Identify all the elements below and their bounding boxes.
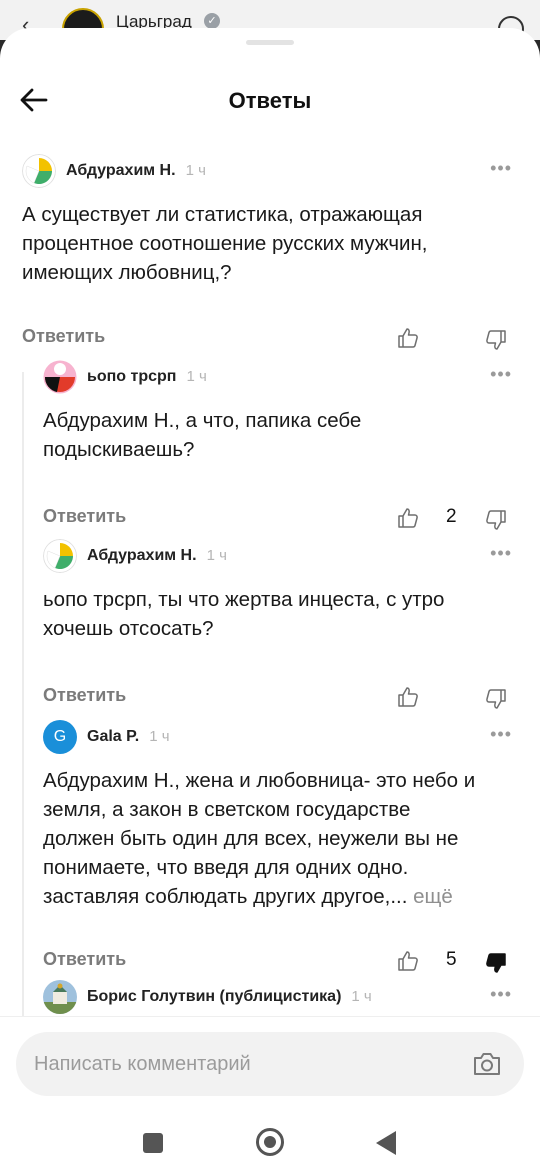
comment-author[interactable]: Gala P. 1 ч [87,728,170,746]
page-title: Ответы [228,88,312,113]
comment-time: 1 ч [149,728,170,745]
comment-header: Абдурахим Н. 1 ч ••• [43,539,518,575]
comment-item: Борис Голутвин (публицистика) 1 ч ••• [43,980,518,1020]
thumbs-down-icon[interactable] [484,687,508,711]
home-icon[interactable] [256,1128,284,1156]
more-options-icon[interactable]: ••• [490,984,512,1005]
reply-button[interactable]: Ответить [43,949,126,970]
comment-text: ьопо трсрп, ты что жертва инцеста, с утр… [43,588,445,640]
comment-item: ьопо трсрп 1 ч ••• Абдурахим Н., а что, п… [43,360,518,540]
comment-actions: Ответить [22,326,518,356]
thumbs-up-icon[interactable] [396,506,420,530]
thumbs-down-icon[interactable] [484,508,508,532]
thumbs-down-filled-icon[interactable] [484,951,508,975]
comment-actions: Ответить 2 [43,506,518,536]
comment-header: ьопо трсрп 1 ч ••• [43,360,518,396]
comment-input-placeholder: Написать комментарий [34,1053,251,1075]
comment-author[interactable]: Абдурахим Н. 1 ч [87,547,227,565]
check-badge-icon: ✓ [204,13,220,29]
more-options-icon[interactable]: ••• [490,724,512,745]
show-more-link[interactable]: ещё [413,885,453,908]
comment-actions: Ответить [43,685,518,715]
sheet-header: Ответы [0,72,540,132]
comment-time: 1 ч [185,162,206,179]
comment-author[interactable]: ьопо трсрп 1 ч [87,368,207,386]
thread-line [22,372,24,1048]
comment-author[interactable]: Абдурахим Н. 1 ч [66,162,206,180]
back-triangle-icon[interactable] [376,1131,396,1155]
comment-header: Абдурахим Н. 1 ч ••• [22,154,518,190]
comment-time: 1 ч [206,547,227,564]
recent-apps-icon[interactable] [143,1133,163,1153]
like-count: 5 [446,949,457,970]
reply-button[interactable]: Ответить [43,506,126,527]
thumbs-down-icon[interactable] [484,328,508,352]
comment-text: Абдурахим Н., жена и любовница- это небо… [43,766,523,911]
comment-composer: Написать комментарий [0,1016,540,1106]
avatar[interactable] [22,154,56,188]
comment-item: Абдурахим Н. 1 ч ••• ьопо трсрп, ты что ж… [43,539,518,719]
reply-button[interactable]: Ответить [22,326,105,347]
replies-sheet: Ответы Абдурахим Н. 1 ч ••• А существует … [0,28,540,1174]
more-options-icon[interactable]: ••• [490,158,512,179]
avatar[interactable]: G [43,720,77,754]
comment-item: G Gala P. 1 ч ••• Абдурахим Н., жена и лю… [43,720,518,973]
comment-text: А существует ли статистика, отражающая п… [22,203,428,284]
comment-body: Абдурахим Н., жена и любовница- это небо… [43,769,476,908]
avatar[interactable] [43,539,77,573]
comment-author[interactable]: Борис Голутвин (публицистика) 1 ч [87,988,372,1006]
reply-button[interactable]: Ответить [43,685,126,706]
comment-item: Абдурахим Н. 1 ч ••• А существует ли стат… [22,154,518,350]
comment-header: G Gala P. 1 ч ••• [43,720,518,756]
system-nav-bar [0,1106,540,1174]
avatar[interactable] [43,360,77,394]
thumbs-up-icon[interactable] [396,949,420,973]
more-options-icon[interactable]: ••• [490,364,512,385]
more-options-icon[interactable]: ••• [490,543,512,564]
like-count: 2 [446,506,457,527]
camera-icon[interactable] [472,1050,502,1078]
comment-actions: Ответить 5 [43,949,518,979]
thumbs-up-icon[interactable] [396,326,420,350]
avatar[interactable] [43,980,77,1014]
comment-time: 1 ч [186,368,207,385]
comment-time: 1 ч [351,988,372,1005]
comment-text: Абдурахим Н., а что, папика себе подыски… [43,409,362,461]
sheet-grabber[interactable] [246,40,294,45]
comment-header: Борис Голутвин (публицистика) 1 ч ••• [43,980,518,1016]
comment-input[interactable]: Написать комментарий [16,1032,524,1096]
thumbs-up-icon[interactable] [396,685,420,709]
